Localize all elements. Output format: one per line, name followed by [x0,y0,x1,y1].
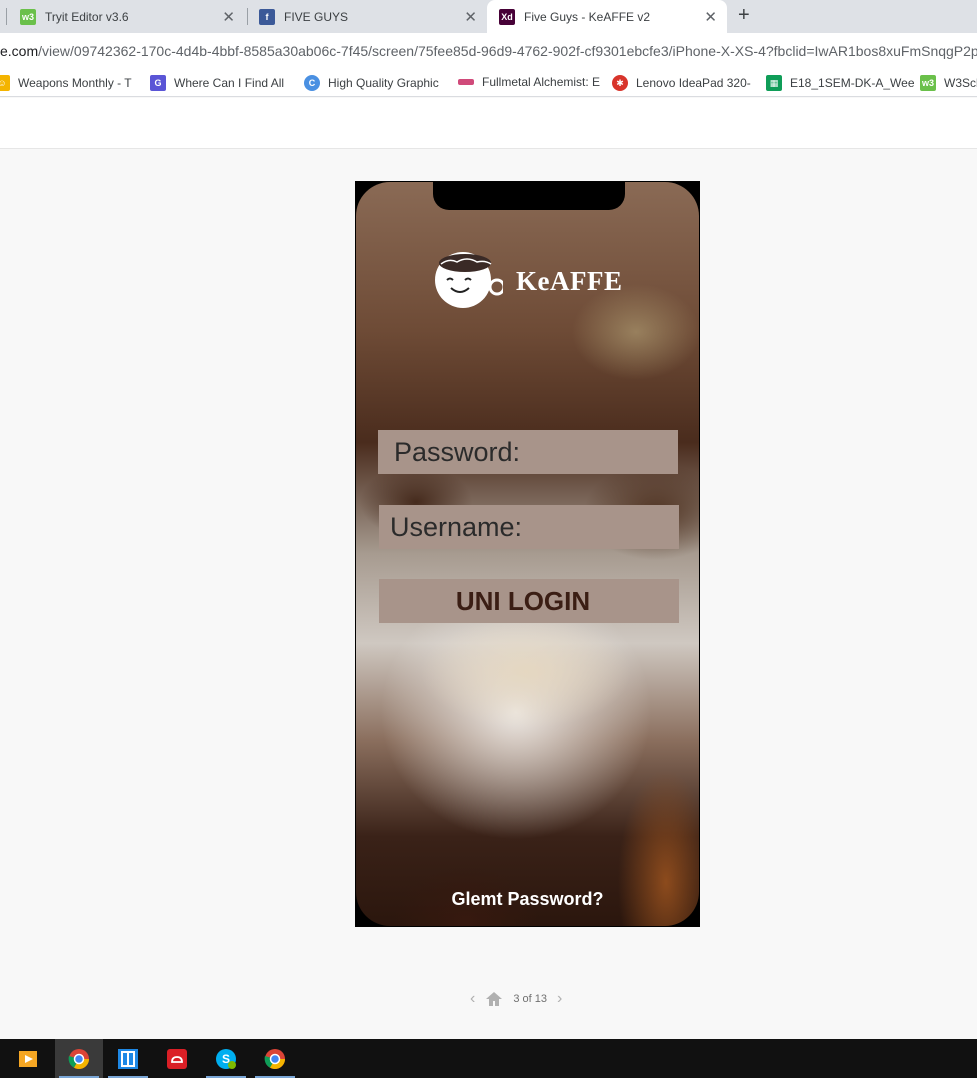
sheets-icon: ▦ [766,75,782,91]
home-icon[interactable] [485,991,503,1007]
new-tab-button[interactable]: + [738,4,750,27]
app-brand: KeAFFE [516,266,623,296]
screen-pager: ‹ 3 of 13 › [470,990,562,1008]
bookmark-lenovo-ideapad[interactable]: ✱ Lenovo IdeaPad 320- [612,75,751,91]
username-field[interactable]: Username: [379,505,679,549]
bookmark-w3schools[interactable]: w3 W3Sch [920,75,977,91]
phone-notch [433,182,625,210]
coffee-cup-logo-icon [435,252,503,308]
chevron-right-icon[interactable]: › [557,990,562,1008]
skype-icon[interactable]: S [202,1039,250,1078]
tab-separator [247,8,248,25]
tab-five-guys[interactable]: f FIVE GUYS ✕ [259,0,487,33]
bookmark-fullmetal-alchemist[interactable]: Fullmetal Alchemist: E [458,75,600,89]
bookmark-label: E18_1SEM-DK-A_Wee [790,76,915,90]
bookmark-label: High Quality Graphic [328,76,439,90]
w3schools-icon: w3 [20,8,36,25]
address-bar[interactable]: e.com/view/09742362-170c-4d4b-4bbf-8585a… [0,33,977,69]
url-text[interactable]: e.com/view/09742362-170c-4d4b-4bbf-8585a… [0,43,977,59]
chrome-icon[interactable] [251,1039,299,1078]
tab-title: Tryit Editor v3.6 [45,9,129,24]
tab-tryit-editor[interactable]: w3 Tryit Editor v3.6 ✕ [20,0,245,33]
close-icon[interactable]: ✕ [464,8,477,26]
media-player-icon[interactable] [4,1039,52,1078]
bookmark-label: Lenovo IdeaPad 320- [636,76,751,90]
w3schools-icon: w3 [920,75,936,91]
bookmark-high-quality-graphic[interactable]: C High Quality Graphic [304,75,439,91]
chevron-left-icon[interactable]: ‹ [470,990,475,1008]
browser-tab-strip: w3 Tryit Editor v3.6 ✕ f FIVE GUYS ✕ Xd … [0,0,977,33]
tab-title: FIVE GUYS [284,9,349,24]
g-icon: G [150,75,166,91]
tab-title: Five Guys - KeAFFE v2 [524,9,651,24]
bookmark-where-can-i-find[interactable]: G Where Can I Find All [150,75,284,91]
xd-viewer-header [0,98,977,149]
adobe-xd-icon: Xd [499,8,515,25]
chrome-icon[interactable] [55,1039,103,1078]
url-path: /view/09742362-170c-4d4b-4bbf-8585a30ab0… [38,43,977,59]
phone-frame: KeAFFE Password: Username: UNI LOGIN Gle… [355,181,700,927]
bookmarks-bar: ☺ Weapons Monthly - T G Where Can I Find… [0,69,977,97]
app-icon[interactable] [104,1039,152,1078]
windows-taskbar: S [0,1039,977,1078]
bookmark-label: Fullmetal Alchemist: E [482,75,601,89]
forgot-password-link[interactable]: Glemt Password? [356,889,699,910]
bookmark-label: Where Can I Find All [174,76,285,90]
emoji-icon: ☺ [0,75,10,91]
page-counter: 3 of 13 [513,993,547,1005]
creative-cloud-icon[interactable] [153,1039,201,1078]
bookmark-label: Weapons Monthly - T [18,76,132,90]
close-icon[interactable]: ✕ [704,8,717,26]
url-host: e.com [0,43,39,59]
facebook-icon: f [259,8,275,25]
bookmark-e18-sheet[interactable]: ▦ E18_1SEM-DK-A_Wee [766,75,915,91]
uni-login-button[interactable]: UNI LOGIN [379,579,679,623]
tab-keaffe[interactable]: Xd Five Guys - KeAFFE v2 ✕ [487,0,727,33]
tab-separator [6,8,7,25]
c-icon: C [304,75,320,91]
password-field[interactable]: Password: [378,430,678,474]
bookmark-weapons-monthly[interactable]: ☺ Weapons Monthly - T [0,75,132,91]
lenovo-icon: ✱ [612,75,628,91]
bookmark-label: W3Sch [944,76,977,90]
fma-icon [458,79,474,85]
close-icon[interactable]: ✕ [222,8,235,26]
login-screen: KeAFFE Password: Username: UNI LOGIN Gle… [356,182,699,926]
